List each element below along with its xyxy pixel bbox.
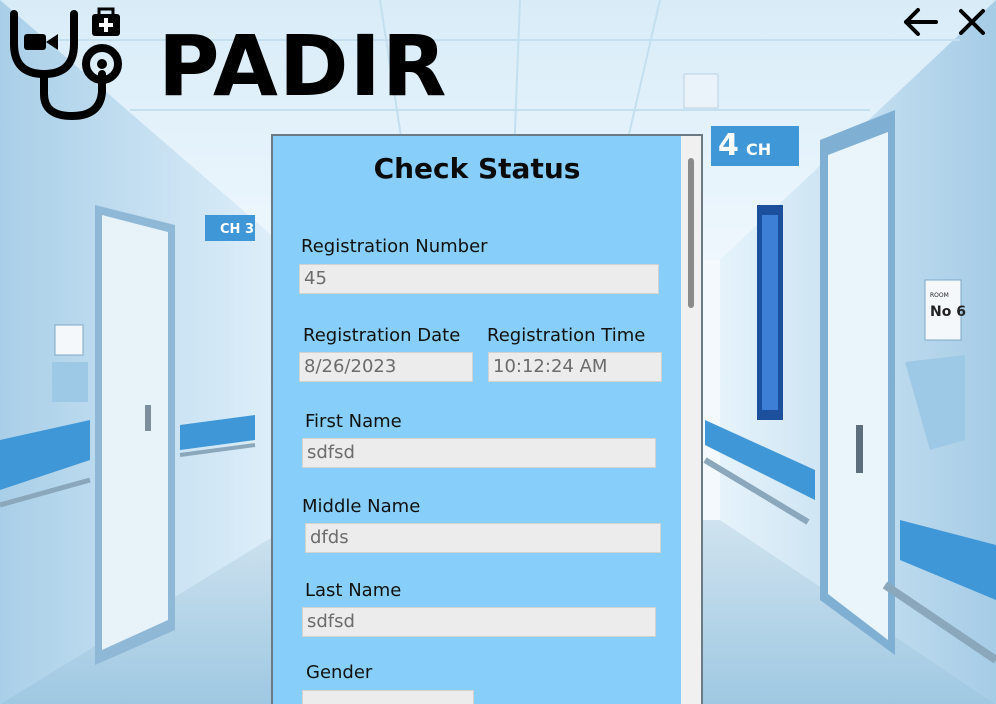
sign-room-number: No 6	[930, 304, 966, 320]
registration-date-field[interactable]: 8/26/2023	[299, 352, 473, 382]
close-button[interactable]	[952, 4, 992, 40]
check-status-panel: Check Status Registration Number 45 Regi…	[271, 134, 703, 704]
sign-ch3: CH 3	[220, 222, 254, 237]
last-name-field[interactable]: sdfsd	[302, 607, 656, 637]
back-button[interactable]	[900, 4, 940, 40]
first-name-label: First Name	[305, 411, 402, 432]
vertical-scrollbar[interactable]	[681, 136, 701, 704]
last-name-label: Last Name	[305, 580, 402, 601]
app-window: CH 3 4 CH ROOM No 6 PADIR Check Status R…	[0, 0, 996, 704]
panel-title: Check Status	[373, 152, 581, 185]
sign-room-right: ROOM	[930, 292, 949, 299]
middle-name-field[interactable]: dfds	[305, 523, 661, 553]
registration-number-field[interactable]: 45	[299, 264, 659, 294]
registration-time-label: Registration Time	[487, 325, 646, 346]
arrow-left-icon	[904, 8, 938, 36]
registration-date-label: Registration Date	[303, 325, 461, 346]
middle-name-label: Middle Name	[302, 496, 421, 517]
scrollbar-thumb[interactable]	[688, 158, 694, 308]
gender-label: Gender	[306, 662, 373, 683]
registration-time-field[interactable]: 10:12:24 AM	[488, 352, 662, 382]
brand-title: PADIR	[158, 17, 448, 115]
registration-number-label: Registration Number	[301, 236, 488, 257]
first-name-field[interactable]: sdfsd	[302, 438, 656, 468]
sign-ch4-text: CH	[746, 140, 772, 159]
close-icon	[959, 9, 985, 35]
gender-field[interactable]	[302, 690, 474, 704]
stethoscope-medkit-icon	[2, 4, 132, 124]
sign-ch4-number: 4	[718, 128, 739, 163]
